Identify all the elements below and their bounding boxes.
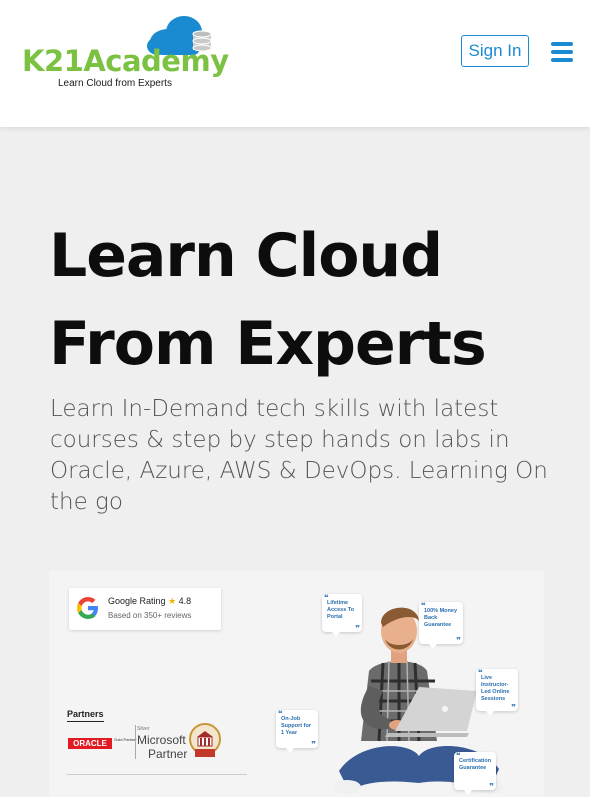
rating-line: Google Rating ★ 4.8: [108, 596, 191, 607]
feature-bubble-text: Live Instructor-Led Online Sessions: [481, 675, 510, 702]
brand-tagline: Learn Cloud from Experts: [58, 78, 172, 89]
feature-bubble-text: Certification Guarantee: [459, 758, 492, 771]
hero-title: Learn Cloud From Experts: [49, 212, 487, 388]
partner-divider: [135, 725, 136, 759]
hero-title-line1: Learn Cloud: [49, 221, 443, 291]
star-icon: ★: [168, 596, 177, 606]
partners-heading: Partners: [67, 709, 104, 722]
google-rating-card: Google Rating ★ 4.8 Based on 350+ review…: [69, 588, 221, 630]
accreditation-seal-icon: [189, 723, 221, 757]
hero-banner: Google Rating ★ 4.8 Based on 350+ review…: [49, 571, 544, 797]
microsoft-name: Microsoft: [137, 733, 186, 747]
rating-subtext: Based on 350+ reviews: [108, 611, 192, 620]
menu-bar: [551, 58, 573, 62]
feature-bubble: ❝ Live Instructor-Led Online Sessions ❞: [476, 668, 518, 716]
brand-name-k: K21: [22, 44, 84, 78]
feature-bubble-text: 100% Money Back Guarantee: [424, 608, 458, 628]
microsoft-partner: Partner: [148, 747, 188, 761]
menu-bar: [551, 42, 573, 46]
hero-subtitle: Learn In-Demand tech skills with latest …: [50, 396, 548, 515]
microsoft-tier: Silver: [137, 726, 150, 732]
feature-bubble: ❝ Lifetime Access To Portal ❞: [322, 593, 362, 637]
brand-logo[interactable]: K21Academy Learn Cloud from Experts: [18, 14, 229, 94]
brand-name-rest: Academy: [83, 44, 229, 78]
banner-divider: [67, 774, 247, 775]
hero-title-line2: From Experts: [49, 309, 487, 379]
oracle-logo: ORACLE: [68, 738, 112, 749]
oracle-tier: Gold Partner: [114, 737, 137, 742]
sign-in-button[interactable]: Sign In: [461, 35, 529, 67]
feature-bubble: ❝ 100% Money Back Guarantee ❞: [419, 601, 463, 649]
feature-bubble: ❝ On-Job Support for 1 Year ❞: [276, 709, 318, 753]
rating-value: 4.8: [178, 596, 192, 606]
rating-label: Google Rating: [108, 596, 166, 606]
feature-bubble-text: On-Job Support for 1 Year: [281, 716, 311, 736]
site-header: K21Academy Learn Cloud from Experts Sign…: [0, 0, 590, 127]
feature-bubble-text: Lifetime Access To Portal: [327, 600, 355, 620]
brand-name: K21Academy: [22, 44, 229, 78]
google-g-icon: [77, 597, 98, 619]
feature-bubble: ❝ Certification Guarantee ❞: [454, 751, 496, 795]
menu-bar: [551, 50, 573, 54]
hamburger-icon[interactable]: [551, 42, 573, 62]
